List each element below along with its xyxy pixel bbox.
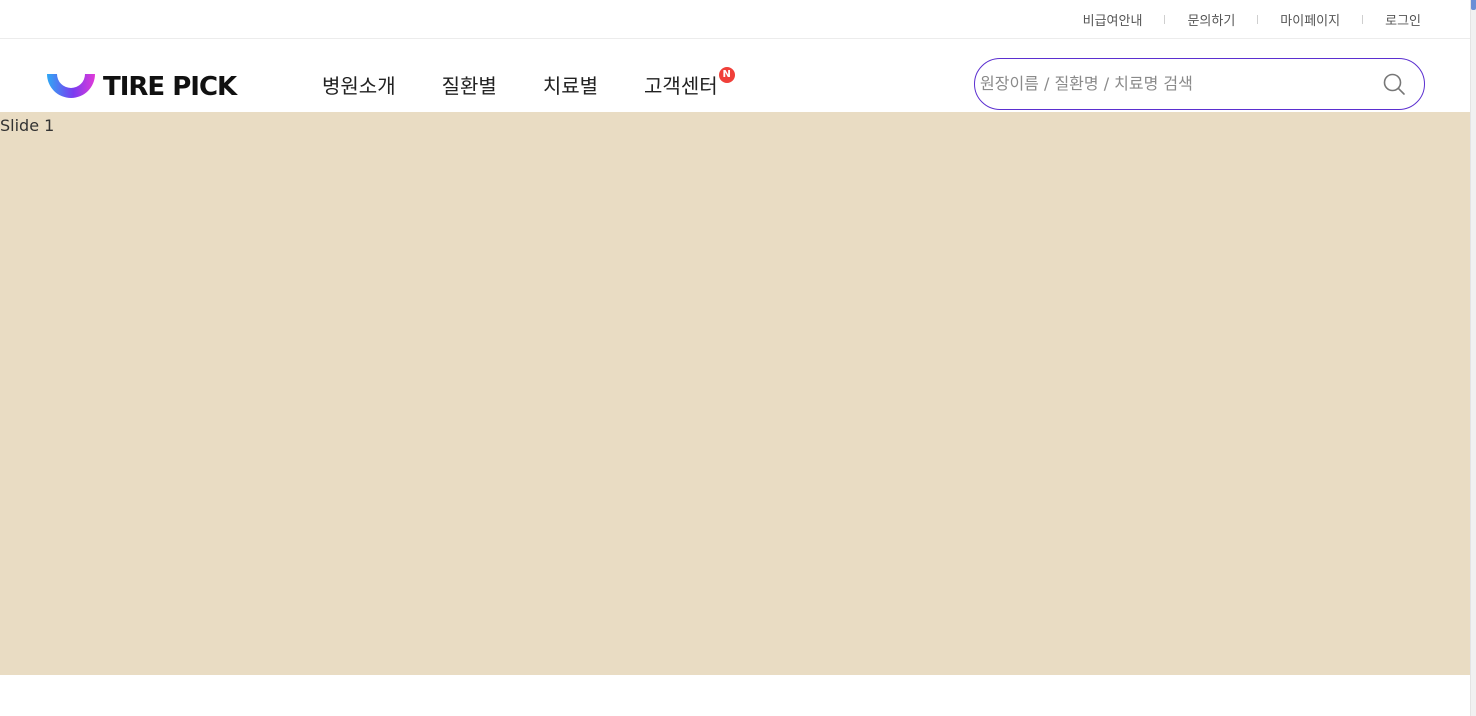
- nav-item-by-disease[interactable]: 질환별: [442, 70, 497, 99]
- non-covered-info-link[interactable]: 비급여안내: [1083, 10, 1143, 29]
- divider: [1257, 15, 1259, 24]
- search-input[interactable]: [980, 59, 1370, 108]
- search-button[interactable]: [1382, 72, 1406, 96]
- search-box: [974, 58, 1425, 110]
- logo[interactable]: TIRE PICK: [45, 71, 255, 103]
- scrollbar-thumb[interactable]: [1471, 0, 1476, 10]
- search-icon: [1383, 73, 1405, 95]
- nav-item-customer-center[interactable]: 고객센터 N: [644, 67, 735, 99]
- utility-links: 비급여안내 문의하기 마이페이지 로그인: [1083, 10, 1421, 29]
- my-page-link[interactable]: 마이페이지: [1280, 10, 1340, 29]
- main-nav: 병원소개 질환별 치료별 고객센터 N: [322, 67, 764, 99]
- login-link[interactable]: 로그인: [1385, 10, 1421, 29]
- inquiry-link[interactable]: 문의하기: [1187, 10, 1235, 29]
- divider: [1164, 15, 1166, 24]
- slide-label: Slide 1: [0, 116, 55, 135]
- logo-mark-icon: [47, 74, 95, 98]
- hero-slider[interactable]: Slide 1: [0, 112, 1470, 675]
- nav-item-by-treatment[interactable]: 치료별: [543, 70, 598, 99]
- utility-bar: 비급여안내 문의하기 마이페이지 로그인: [0, 0, 1470, 39]
- logo-wordmark: TIRE PICK: [103, 72, 237, 102]
- nav-item-label: 고객센터: [644, 74, 718, 98]
- page-scrollbar[interactable]: [1470, 0, 1476, 716]
- new-badge: N: [718, 67, 735, 83]
- nav-item-hospital-intro[interactable]: 병원소개: [322, 70, 396, 99]
- main-header: TIRE PICK 병원소개 질환별 치료별 고객센터 N: [0, 39, 1470, 112]
- divider: [1362, 15, 1364, 24]
